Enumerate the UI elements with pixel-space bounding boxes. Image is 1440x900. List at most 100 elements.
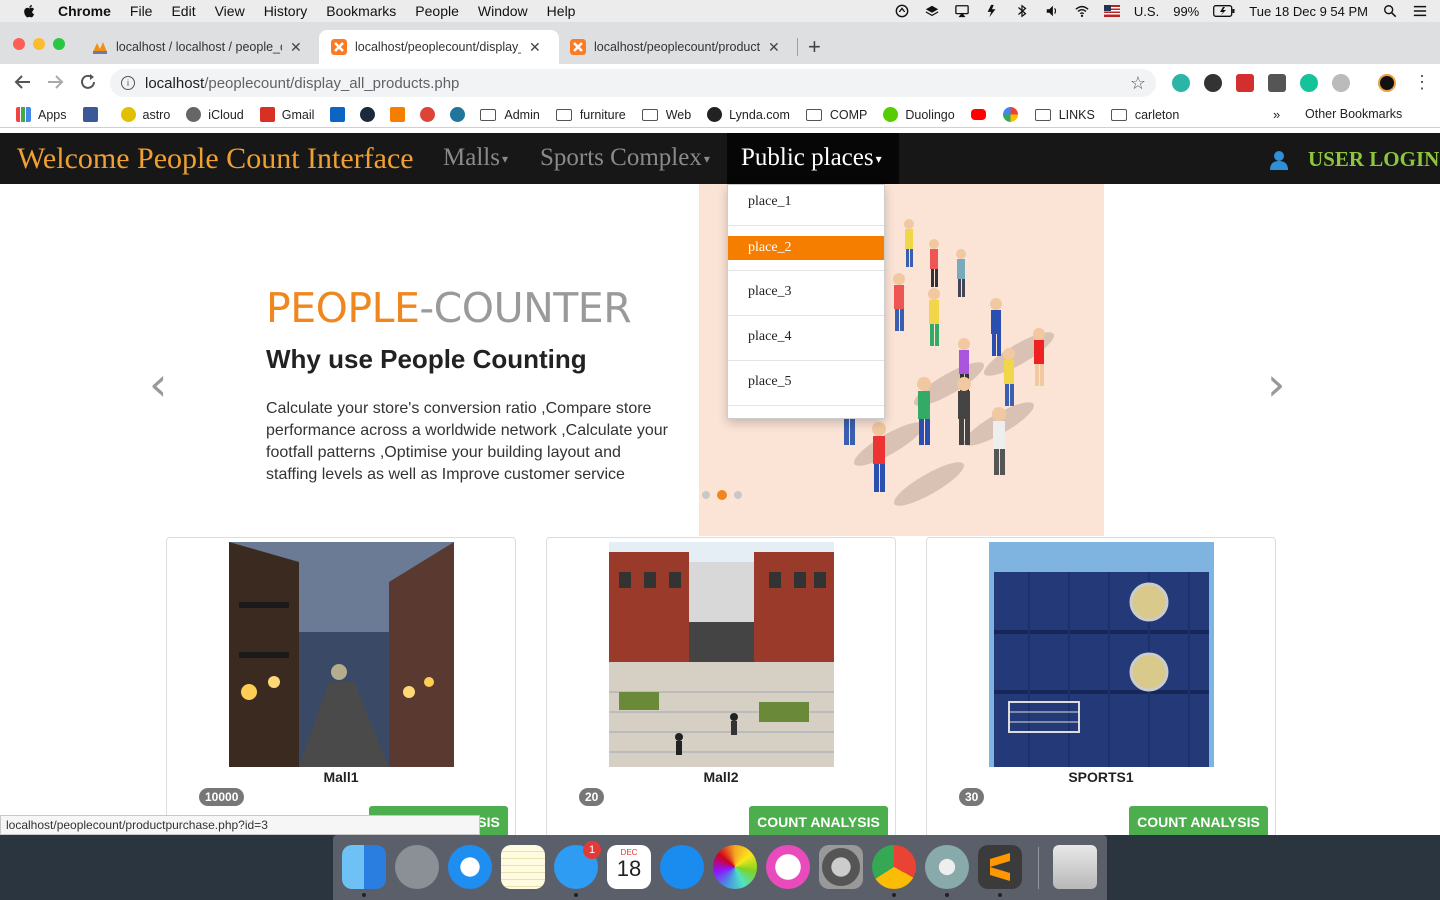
spotlight-search-icon[interactable] [1382,4,1398,18]
calendar-icon[interactable]: DEC 18 [607,845,651,889]
input-source-label[interactable]: U.S. [1134,4,1159,19]
server-preferences-icon[interactable] [925,845,969,889]
menu-window[interactable]: Window [478,3,528,19]
close-tab-icon[interactable]: ✕ [529,39,541,56]
reload-icon[interactable] [78,72,98,92]
bookmark-links[interactable]: LINKS [1034,108,1095,122]
itunes-icon[interactable] [766,845,810,889]
chrome-icon[interactable] [872,845,916,889]
tab-phpmyadmin[interactable]: localhost / localhost / people_c ✕ [80,30,320,64]
bookmark-google[interactable] [1002,107,1025,122]
product-image[interactable] [989,542,1214,767]
photos-icon[interactable] [713,845,757,889]
dropdown-item-place-4[interactable]: place_4 [728,325,884,349]
count-analysis-button[interactable]: COUNT ANALYSIS [749,806,888,838]
menu-file[interactable]: File [130,3,153,19]
carousel-dot[interactable] [734,491,742,499]
bookmark-comp[interactable]: COMP [805,108,867,122]
bookmark-icloud[interactable]: iCloud [186,107,244,122]
bookmark-wordpress[interactable] [450,107,472,122]
user-login-link[interactable]: USER LOGIN [1268,147,1439,172]
bookmark-youtube[interactable] [970,109,993,120]
airplay-icon[interactable] [954,4,970,18]
dropdown-item-place-1[interactable]: place_1 [728,190,884,214]
zoom-window-button[interactable] [53,38,65,50]
bookmark-duolingo[interactable]: Duolingo [883,107,955,122]
carousel-prev-arrow[interactable]: ‹ [149,361,167,407]
menu-view[interactable]: View [215,3,245,19]
system-preferences-icon[interactable] [819,845,863,889]
carousel-dot[interactable] [702,491,710,499]
wifi-icon[interactable] [1074,4,1090,18]
dropdown-item-place-2[interactable]: place_2 [728,236,884,260]
site-brand[interactable]: Welcome People Count Interface [17,142,414,176]
menu-help[interactable]: Help [547,3,576,19]
site-info-icon[interactable]: i [121,76,135,90]
bookmark-gmail[interactable]: Gmail [259,107,314,122]
extension-t-icon[interactable] [1268,74,1286,92]
nav-malls[interactable]: Malls ▾ [443,144,508,172]
battery-icon[interactable] [1213,4,1235,18]
apple-icon[interactable] [20,3,40,19]
chrome-menu-icon[interactable]: ⋮ [1413,72,1431,92]
count-analysis-button[interactable]: COUNT ANALYSIS [1129,806,1268,838]
app-store-icon[interactable] [660,845,704,889]
menu-bookmarks[interactable]: Bookmarks [326,3,396,19]
carousel-dot[interactable] [717,490,727,500]
clock[interactable]: Tue 18 Dec 9 54 PM [1249,4,1368,19]
finder-icon[interactable] [342,845,386,889]
bookmark-star-icon[interactable]: ☆ [1130,73,1146,94]
bookmark-facebook[interactable] [82,107,105,122]
close-window-button[interactable] [13,38,25,50]
bookmark-web[interactable]: Web [641,108,691,122]
bookmark-apps[interactable]: Apps [16,107,67,122]
forward-arrow-icon[interactable] [45,72,65,92]
bookmark-admin[interactable]: Admin [480,108,540,122]
notes-icon[interactable] [501,845,545,889]
minimize-window-button[interactable] [33,38,45,50]
nav-sports-complex[interactable]: Sports Complex ▾ [540,144,710,172]
battery-percent[interactable]: 99% [1173,4,1199,19]
bookmark-astro[interactable]: astro [120,107,170,122]
profile-avatar[interactable] [1378,74,1396,92]
notification-center-icon[interactable] [1412,4,1428,18]
bookmark-tumblr[interactable] [360,107,382,122]
safari-icon[interactable] [448,845,492,889]
launchpad-icon[interactable] [395,845,439,889]
menu-people[interactable]: People [415,3,459,19]
product-image[interactable] [609,542,834,767]
bookmark-lynda[interactable]: Lynda.com [707,107,790,122]
extension-m-icon[interactable] [1172,74,1190,92]
menu-history[interactable]: History [264,3,308,19]
dropdown-item-place-3[interactable]: place_3 [728,280,884,304]
back-arrow-icon[interactable] [13,72,33,92]
close-tab-icon[interactable]: ✕ [768,39,780,56]
extension-red-icon[interactable] [1236,74,1254,92]
tab-product-purchase[interactable]: localhost/peoplecount/product ✕ [558,30,798,64]
product-image[interactable] [229,542,454,767]
bookmark-furniture[interactable]: furniture [555,108,626,122]
bookmark-carleton[interactable]: carleton [1110,108,1179,122]
layers-icon[interactable] [924,4,940,18]
other-bookmarks[interactable]: Other Bookmarks [1305,107,1402,121]
menu-edit[interactable]: Edit [171,3,195,19]
sync-icon[interactable] [894,4,910,18]
menu-app-chrome[interactable]: Chrome [58,3,111,19]
carousel-next-arrow[interactable]: › [1267,361,1285,407]
new-tab-button[interactable]: + [808,36,821,58]
bookmarks-overflow-button[interactable]: » [1273,107,1280,122]
close-tab-icon[interactable]: ✕ [290,39,302,56]
nav-public-places[interactable]: Public places ▾ [741,144,882,172]
bookmark-linkedin[interactable] [330,107,352,122]
extension-chat-icon[interactable] [1204,74,1222,92]
bookmark-google-plus[interactable] [420,107,442,122]
bookmark-blogger[interactable] [390,107,412,122]
tab-display-products[interactable]: localhost/peoplecount/display_ ✕ [319,30,559,64]
bluetooth-icon[interactable] [1014,4,1030,18]
extension-link-icon[interactable] [1332,74,1350,92]
us-flag-icon[interactable] [1103,4,1120,18]
sublime-text-icon[interactable] [978,845,1022,889]
trash-icon[interactable] [1053,845,1097,889]
address-bar[interactable]: i localhost/peoplecount/display_all_prod… [110,69,1156,97]
grammarly-icon[interactable] [1300,74,1318,92]
